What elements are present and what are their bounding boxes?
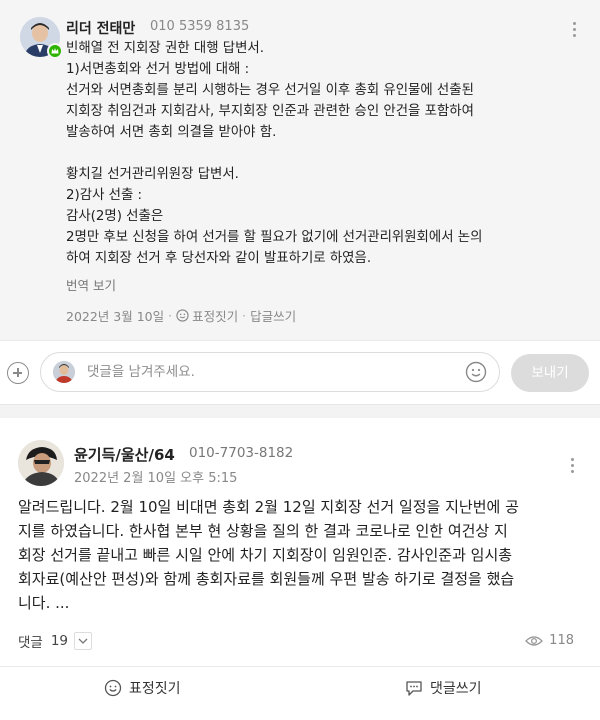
- comment-emotion-button[interactable]: 표정짓기: [192, 306, 238, 325]
- divider: [0, 666, 600, 667]
- comment-author-name[interactable]: 리더 전태만: [66, 18, 135, 38]
- post-datetime: 2022년 2월 10일 오후 5:15: [74, 471, 238, 486]
- more-icon[interactable]: [570, 20, 578, 40]
- plus-icon[interactable]: [7, 362, 29, 384]
- comment-line: 지회장 취임건과 지회감사, 부지회장 인준과 관련한 승인 안건을 포함하여: [66, 104, 474, 119]
- comment-line: 1)서면총회와 선거 방법에 대해 :: [66, 62, 250, 77]
- emoji-icon: [104, 679, 122, 697]
- comment-body: 빈해열 전 지회장 권한 대행 답변서. 1)서면총회와 선거 방법에 대해 :…: [66, 38, 566, 269]
- chat-bubble-icon: [406, 680, 422, 696]
- comment-line: 황치길 선거관리위원장 답변서.: [66, 167, 239, 182]
- post-line: 지를 하였습니다. 한사협 본부 현 상황을 질의 한 결과 코로나로 인한 여…: [18, 522, 508, 540]
- post-reply-label: 댓글쓰기: [430, 681, 482, 697]
- post-line: 알려드립니다. 2월 10일 비대면 총회 2월 12일 지회장 선거 일정을 …: [18, 498, 519, 516]
- comment-line: [66, 143, 566, 164]
- comment-line: 빈해열 전 지회장 권한 대행 답변서.: [66, 41, 265, 56]
- view-count: 118: [525, 633, 574, 648]
- post-author-avatar[interactable]: [18, 440, 64, 486]
- comment-author-avatar[interactable]: [20, 17, 63, 59]
- comment-count[interactable]: 댓글 19: [18, 631, 93, 651]
- comment-card: 리더 전태만 010 5359 8135 빈해열 전 지회장 권한 대행 답변서…: [0, 0, 600, 340]
- comment-count-number: 19: [50, 633, 69, 649]
- more-icon[interactable]: [568, 456, 576, 476]
- comment-line: 발송하여 서면 총회 의결을 받아야 함.: [66, 125, 277, 140]
- post-emotion-label: 표정짓기: [129, 681, 181, 697]
- comment-line: 하여 지회장 선거 후 당선자와 같이 발표하기로 하였음.: [66, 251, 372, 266]
- comment-date: 2022년 3월 10일: [66, 309, 165, 324]
- comment-reply-button[interactable]: 답글쓰기: [250, 306, 296, 325]
- comment-line: 2명만 후보 신청을 하여 선거를 할 필요가 없기에 선거관리위원회에서 논의: [66, 230, 483, 245]
- eye-icon: [525, 635, 544, 646]
- post-card: 윤기득/울산/64 010-7703-8182 2022년 2월 10일 오후 …: [0, 418, 600, 720]
- comment-line: 2)감사 선출 :: [66, 188, 143, 203]
- section-gap: [0, 404, 600, 418]
- post-body[interactable]: 알려드립니다. 2월 10일 비대면 총회 2월 12일 지회장 선거 일정을 …: [18, 495, 583, 615]
- my-avatar: [53, 361, 75, 383]
- translate-link[interactable]: 번역 보기: [66, 275, 116, 294]
- separator-dot: ·: [168, 308, 173, 323]
- post-author-name[interactable]: 윤기득/울산/64: [74, 444, 175, 465]
- comment-input-box[interactable]: [40, 352, 500, 392]
- comment-meta: 2022년 3월 10일 · 표정짓기 · 답글쓰기: [66, 306, 296, 325]
- comment-author-phone: 010 5359 8135: [150, 19, 250, 34]
- comment-input[interactable]: [87, 362, 447, 382]
- post-line: 니다. ...: [18, 594, 70, 612]
- view-count-number: 118: [549, 633, 574, 648]
- comment-line: 감사(2명) 선출은: [66, 209, 164, 224]
- post-author-phone: 010-7703-8182: [189, 445, 294, 461]
- post-line: 회장 선거를 끝내고 빠른 시일 안에 차기 지회장이 임원인준. 감사인준과 …: [18, 546, 513, 564]
- post-reply-button[interactable]: 댓글쓰기: [405, 678, 482, 698]
- chevron-down-icon[interactable]: [74, 632, 93, 650]
- comment-input-row: 보내기: [0, 341, 600, 404]
- emoji-icon: [176, 309, 189, 322]
- comment-count-label: 댓글: [18, 635, 43, 651]
- comment-line: 선거와 서면총회를 분리 시행하는 경우 선거일 이후 총회 유인물에 선출된: [66, 83, 474, 98]
- emoji-icon[interactable]: [465, 361, 487, 383]
- separator-dot: ·: [242, 308, 247, 323]
- send-button[interactable]: 보내기: [511, 354, 589, 392]
- post-emotion-button[interactable]: 표정짓기: [104, 678, 181, 698]
- post-line: 회자료(예산안 편성)와 함께 총회자료를 회원들께 우편 발송 하기로 결정을…: [18, 570, 515, 588]
- crown-badge-icon: [47, 43, 63, 59]
